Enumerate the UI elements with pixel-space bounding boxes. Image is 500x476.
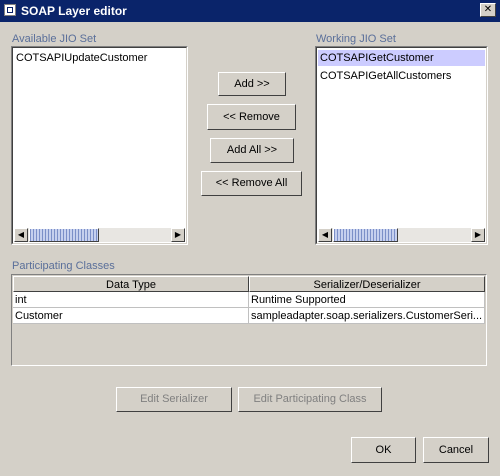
scroll-thumb[interactable]: [29, 228, 99, 242]
window-title: SOAP Layer editor: [21, 4, 127, 18]
add-all-button[interactable]: Add All >>: [210, 138, 294, 163]
scroll-thumb[interactable]: [333, 228, 398, 242]
table-row[interactable]: int Runtime Supported: [13, 292, 485, 308]
app-icon: [4, 4, 16, 16]
available-hscrollbar[interactable]: ◀ ▶: [14, 228, 185, 242]
available-jio-item[interactable]: COTSAPIUpdateCustomer: [14, 50, 185, 66]
available-jio-list[interactable]: COTSAPIUpdateCustomer ◀ ▶: [11, 46, 188, 245]
add-button[interactable]: Add >>: [218, 72, 286, 96]
scroll-left-icon[interactable]: ◀: [318, 228, 332, 242]
edit-serializer-button[interactable]: Edit Serializer: [116, 387, 232, 412]
ok-button[interactable]: OK: [351, 437, 416, 463]
available-jio-label: Available JIO Set: [12, 33, 97, 45]
column-header-data-type[interactable]: Data Type: [13, 276, 249, 292]
participating-classes-label: Participating Classes: [12, 260, 115, 272]
working-jio-label: Working JIO Set: [316, 33, 396, 45]
remove-all-button[interactable]: << Remove All: [201, 171, 302, 196]
working-hscrollbar[interactable]: ◀ ▶: [318, 228, 485, 242]
participating-classes-table[interactable]: Data Type Serializer/Deserializer int Ru…: [11, 274, 487, 366]
title-bar[interactable]: SOAP Layer editor ✕: [0, 0, 500, 22]
working-jio-item[interactable]: COTSAPIGetAllCustomers: [318, 68, 485, 84]
table-row[interactable]: Customer sampleadapter.soap.serializers.…: [13, 308, 485, 324]
cell-serializer[interactable]: sampleadapter.soap.serializers.CustomerS…: [249, 308, 485, 324]
working-jio-item[interactable]: COTSAPIGetCustomer: [318, 50, 485, 66]
working-jio-list[interactable]: COTSAPIGetCustomer COTSAPIGetAllCustomer…: [315, 46, 488, 245]
cell-data-type[interactable]: Customer: [13, 308, 249, 324]
cell-serializer[interactable]: Runtime Supported: [249, 292, 485, 308]
scroll-left-icon[interactable]: ◀: [14, 228, 28, 242]
scroll-right-icon[interactable]: ▶: [471, 228, 485, 242]
cancel-button[interactable]: Cancel: [423, 437, 489, 463]
edit-participating-class-button[interactable]: Edit Participating Class: [238, 387, 382, 412]
remove-button[interactable]: << Remove: [207, 104, 296, 130]
cell-data-type[interactable]: int: [13, 292, 249, 308]
scroll-right-icon[interactable]: ▶: [171, 228, 185, 242]
column-header-serializer[interactable]: Serializer/Deserializer: [249, 276, 485, 292]
close-button[interactable]: ✕: [480, 3, 496, 17]
